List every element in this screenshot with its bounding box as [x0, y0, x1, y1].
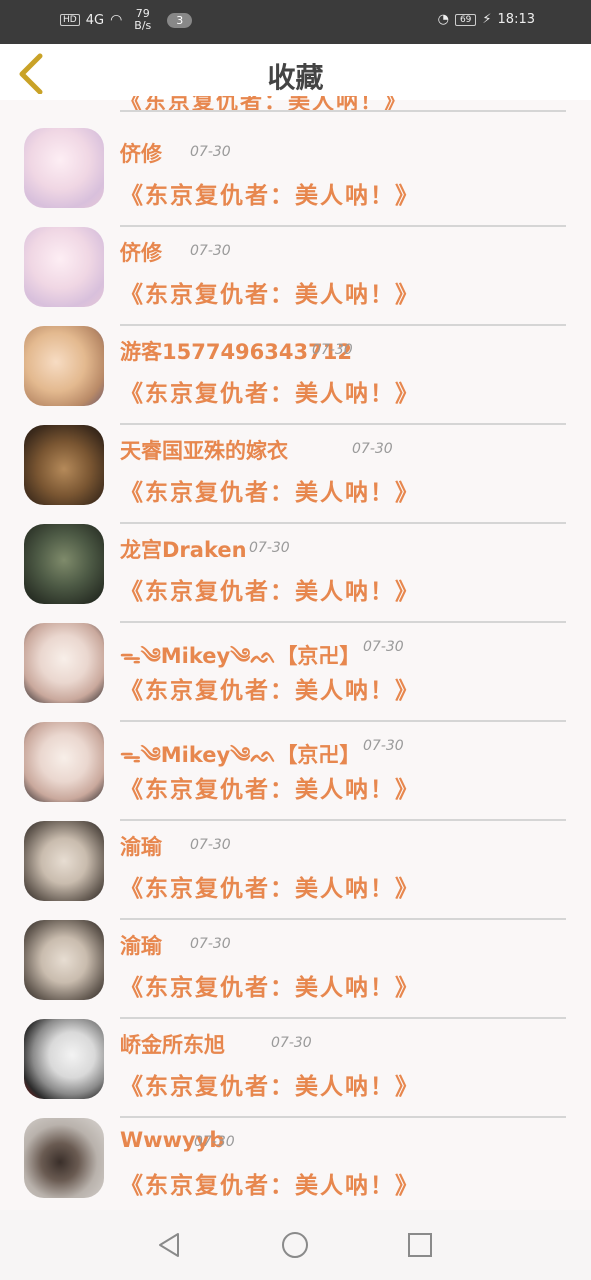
list-item[interactable]: 渝瑜 07-30 《东京复仇者：美人呐！》: [0, 904, 591, 1019]
work-title: 《东京复仇者：美人呐！》: [120, 579, 420, 605]
list-item[interactable]: 游客1577496343712 07-30 《东京复仇者：美人呐！》: [0, 310, 591, 425]
list-item[interactable]: 天睿国亚殊的嫁衣 07-30 《东京复仇者：美人呐！》: [0, 409, 591, 524]
network-speed: 79 B/s: [134, 8, 151, 32]
user-name: 侪修: [120, 142, 162, 166]
timestamp: 07-30: [363, 738, 404, 754]
timestamp: 07-30: [312, 342, 353, 358]
square-recent-icon[interactable]: [405, 1230, 435, 1260]
avatar: [24, 425, 104, 505]
user-name: 渝瑜: [120, 835, 162, 859]
list-item[interactable]: 渝瑜 07-30 《东京复仇者：美人呐！》: [0, 805, 591, 920]
notification-badge: 3: [167, 12, 193, 28]
charging-icon: ⚡: [482, 12, 492, 27]
timestamp: 07-30: [249, 540, 290, 556]
work-title: 《东京复仇者：美人呐！》: [120, 1173, 420, 1199]
user-name: 天睿国亚殊的嫁衣: [120, 439, 288, 463]
battery-icon: 69: [454, 13, 477, 26]
list-item[interactable]: ᯓ༄Mikey༄ᨒ【京卍】 07-30 《东京复仇者：美人呐！》: [0, 607, 591, 722]
partial-work-title: 《东京复仇者：美人呐！》: [120, 96, 409, 115]
avatar: [24, 227, 104, 307]
timestamp: 07-30: [363, 639, 404, 655]
avatar: [24, 1118, 104, 1198]
circle-home-icon[interactable]: [280, 1230, 310, 1260]
system-navigation-bar: [0, 1210, 591, 1280]
list-item[interactable]: ᯓ༄Mikey༄ᨒ【京卍】 07-30 《东京复仇者：美人呐！》: [0, 706, 591, 821]
user-name: 渝瑜: [120, 934, 162, 958]
work-title: 《东京复仇者：美人呐！》: [120, 381, 420, 407]
speed-unit: B/s: [134, 19, 152, 32]
work-title: 《东京复仇者：美人呐！》: [120, 282, 420, 308]
timestamp: 07-30: [271, 1035, 312, 1051]
work-title: 《东京复仇者：美人呐！》: [120, 183, 420, 209]
signal-icon: 4G: [85, 12, 105, 28]
avatar: [24, 326, 104, 406]
status-bar: HD 4G ◠ 79 B/s 3 ◔ 69 ⚡ 18:13: [0, 0, 591, 44]
list-item[interactable]: 侪修 07-30 《东京复仇者：美人呐！》: [0, 112, 591, 227]
avatar: [24, 128, 104, 208]
timestamp: 07-30: [190, 144, 231, 160]
triangle-back-icon[interactable]: [154, 1230, 184, 1260]
user-name: 侪修: [120, 241, 162, 265]
list-item[interactable]: 峤金所东旭 07-30 《东京复仇者：美人呐！》: [0, 1003, 591, 1118]
avatar: [24, 623, 104, 703]
work-title: 《东京复仇者：美人呐！》: [120, 975, 420, 1001]
work-title: 《东京复仇者：美人呐！》: [120, 480, 420, 506]
avatar: [24, 821, 104, 901]
work-title: 《东京复仇者：美人呐！》: [120, 1074, 420, 1100]
list-item[interactable]: 龙宫Draken 07-30 《东京复仇者：美人呐！》: [0, 508, 591, 623]
list-item[interactable]: Wwwyyb 07-30 《东京复仇者：美人呐！》: [0, 1102, 591, 1201]
work-title: 《东京复仇者：美人呐！》: [120, 876, 420, 902]
user-name: 峤金所东旭: [120, 1033, 225, 1057]
avatar: [24, 722, 104, 802]
timestamp: 07-30: [194, 1134, 235, 1150]
user-name: 龙宫Draken: [120, 538, 247, 562]
list-item[interactable]: 侪修 07-30 《东京复仇者：美人呐！》: [0, 211, 591, 326]
avatar: [24, 524, 104, 604]
speedometer-icon: ◔: [437, 12, 449, 27]
wifi-icon: ◠: [110, 12, 123, 28]
clock-time: 18:13: [497, 12, 535, 27]
avatar: [24, 1019, 104, 1099]
work-title: 《东京复仇者：美人呐！》: [120, 678, 420, 704]
timestamp: 07-30: [352, 441, 393, 457]
app-header: 收藏: [0, 44, 591, 100]
timestamp: 07-30: [190, 243, 231, 259]
work-title: 《东京复仇者：美人呐！》: [120, 777, 420, 803]
avatar: [24, 920, 104, 1000]
timestamp: 07-30: [190, 936, 231, 952]
page-title: 收藏: [267, 61, 324, 94]
network-type: HD: [60, 14, 80, 26]
timestamp: 07-30: [190, 837, 231, 853]
favorites-list[interactable]: 《东京复仇者：美人呐！》 侪修 07-30 《东京复仇者：美人呐！》 侪修 07…: [0, 96, 591, 1210]
